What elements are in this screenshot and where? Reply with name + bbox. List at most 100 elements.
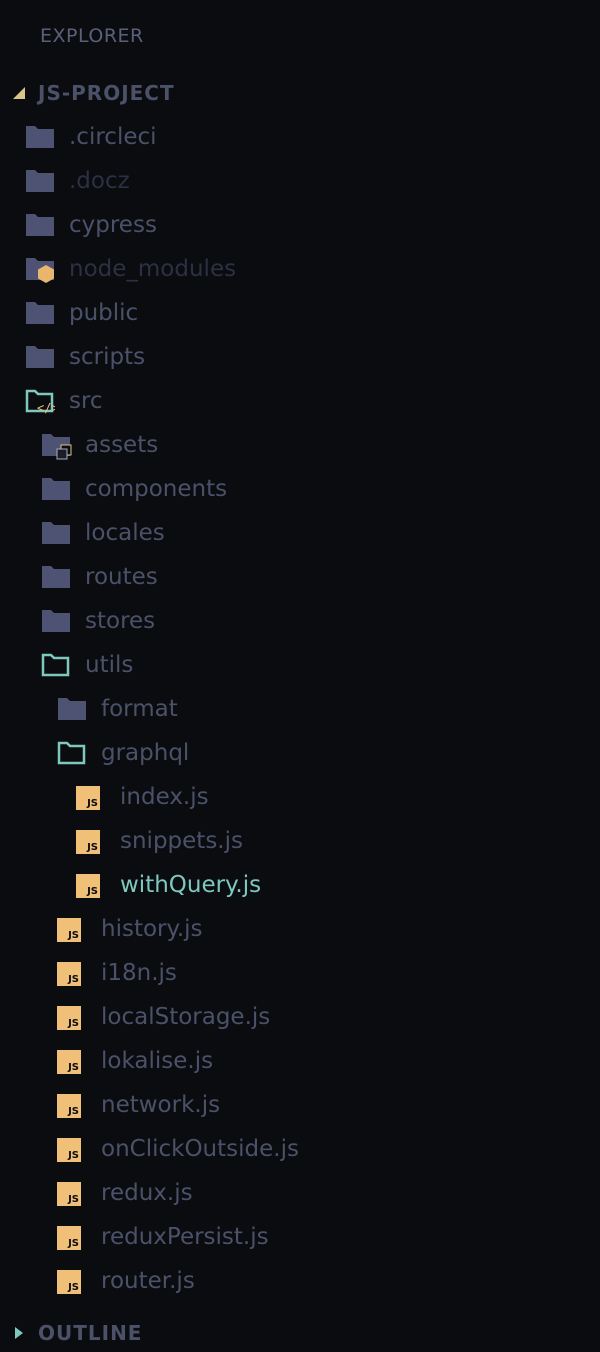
src-folder-open-icon: </> bbox=[25, 388, 55, 414]
folder-icon bbox=[41, 476, 71, 502]
item-label: reduxPersist.js bbox=[101, 1224, 269, 1250]
js-badge-text: JS bbox=[87, 886, 98, 897]
js-badge-text: JS bbox=[68, 1150, 79, 1161]
folder-item[interactable]: assets bbox=[41, 423, 158, 467]
folder-item[interactable]: public bbox=[25, 291, 138, 335]
folder-icon bbox=[57, 696, 87, 722]
js-file-icon: JS bbox=[57, 916, 87, 942]
outline-section-header[interactable]: OUTLINE bbox=[0, 1318, 142, 1348]
item-label: snippets.js bbox=[120, 828, 243, 854]
folder-item[interactable]: scripts bbox=[25, 335, 145, 379]
js-file-icon: JS bbox=[57, 1092, 87, 1118]
folder-item[interactable]: components bbox=[41, 467, 227, 511]
js-badge-text: JS bbox=[68, 974, 79, 985]
item-label: components bbox=[85, 476, 228, 502]
js-badge-text: JS bbox=[68, 1018, 79, 1029]
folder-item[interactable]: stores bbox=[41, 599, 155, 643]
js-badge-text: JS bbox=[87, 842, 98, 853]
svg-text:</>: </> bbox=[37, 401, 55, 414]
js-file-icon: JS bbox=[57, 1180, 87, 1206]
file-item[interactable]: JS router.js bbox=[57, 1259, 195, 1303]
folder-icon bbox=[25, 168, 55, 194]
item-label: routes bbox=[85, 564, 158, 590]
item-label: withQuery.js bbox=[120, 872, 262, 898]
folder-item[interactable]: .circleci bbox=[25, 115, 157, 159]
folder-item[interactable]: cypress bbox=[25, 203, 157, 247]
item-label: .docz bbox=[69, 168, 130, 194]
js-badge-text: JS bbox=[68, 1106, 79, 1117]
assets-folder-icon bbox=[41, 432, 72, 460]
folder-icon bbox=[25, 212, 55, 238]
js-badge-text: JS bbox=[68, 1282, 79, 1293]
item-label: node_modules bbox=[69, 256, 237, 282]
folder-item[interactable]: </> src bbox=[25, 379, 103, 423]
folder-item[interactable]: routes bbox=[41, 555, 158, 599]
js-file-icon: JS bbox=[76, 784, 106, 810]
file-item[interactable]: JS onClickOutside.js bbox=[57, 1127, 299, 1171]
project-section-header[interactable]: JS-PROJECT bbox=[0, 78, 175, 108]
outline-title: OUTLINE bbox=[38, 1321, 143, 1345]
item-label: network.js bbox=[101, 1092, 221, 1118]
explorer-title: EXPLORER bbox=[40, 25, 144, 47]
js-file-icon: JS bbox=[76, 872, 106, 898]
item-label: redux.js bbox=[101, 1180, 193, 1206]
folder-icon bbox=[41, 608, 71, 634]
file-item[interactable]: JS history.js bbox=[57, 907, 203, 951]
item-label: src bbox=[69, 388, 103, 414]
folder-item[interactable]: .docz bbox=[25, 159, 130, 203]
item-label: public bbox=[69, 300, 139, 326]
js-file-icon: JS bbox=[57, 1048, 87, 1074]
item-label: graphql bbox=[101, 740, 190, 766]
item-label: lokalise.js bbox=[101, 1048, 214, 1074]
item-label: localStorage.js bbox=[101, 1004, 271, 1030]
folder-item[interactable]: graphql bbox=[57, 731, 189, 775]
file-item[interactable]: JS snippets.js bbox=[76, 819, 243, 863]
item-label: stores bbox=[85, 608, 156, 634]
item-label: onClickOutside.js bbox=[101, 1136, 299, 1162]
folder-open-icon bbox=[57, 740, 87, 766]
js-badge-text: JS bbox=[87, 798, 98, 809]
file-item[interactable]: JS reduxPersist.js bbox=[57, 1215, 269, 1259]
folder-open-icon bbox=[41, 652, 71, 678]
project-name: JS-PROJECT bbox=[38, 81, 175, 105]
js-file-icon: JS bbox=[57, 1136, 87, 1162]
js-badge-text: JS bbox=[68, 1062, 79, 1073]
file-item[interactable]: JS index.js bbox=[76, 775, 209, 819]
js-badge-text: JS bbox=[68, 930, 79, 941]
chevron-right-icon bbox=[12, 1326, 38, 1340]
js-file-icon: JS bbox=[57, 960, 87, 986]
item-label: index.js bbox=[120, 784, 209, 810]
folder-icon bbox=[25, 124, 55, 150]
js-file-icon: JS bbox=[76, 828, 106, 854]
js-badge-text: JS bbox=[68, 1238, 79, 1249]
folder-icon bbox=[25, 300, 55, 326]
folder-item[interactable]: utils bbox=[41, 643, 133, 687]
folder-item[interactable]: node_modules bbox=[25, 247, 236, 291]
folder-icon bbox=[41, 564, 71, 590]
folder-item[interactable]: locales bbox=[41, 511, 165, 555]
file-item[interactable]: JS withQuery.js bbox=[76, 863, 261, 907]
folder-icon bbox=[41, 520, 71, 546]
item-label: history.js bbox=[101, 916, 203, 942]
item-label: utils bbox=[85, 652, 134, 678]
node-modules-folder-icon bbox=[25, 256, 55, 283]
chevron-down-icon bbox=[12, 86, 38, 100]
file-item[interactable]: JS i18n.js bbox=[57, 951, 177, 995]
folder-item[interactable]: format bbox=[57, 687, 178, 731]
item-label: i18n.js bbox=[101, 960, 177, 986]
item-label: format bbox=[101, 696, 178, 722]
item-label: .circleci bbox=[69, 124, 157, 150]
file-item[interactable]: JS lokalise.js bbox=[57, 1039, 213, 1083]
file-item[interactable]: JS network.js bbox=[57, 1083, 220, 1127]
js-file-icon: JS bbox=[57, 1004, 87, 1030]
item-label: cypress bbox=[69, 212, 157, 238]
file-item[interactable]: JS redux.js bbox=[57, 1171, 193, 1215]
item-label: assets bbox=[85, 432, 159, 458]
item-label: router.js bbox=[101, 1268, 195, 1294]
js-badge-text: JS bbox=[68, 1194, 79, 1205]
folder-icon bbox=[25, 344, 55, 370]
item-label: scripts bbox=[69, 344, 146, 370]
js-file-icon: JS bbox=[57, 1268, 87, 1294]
js-file-icon: JS bbox=[57, 1224, 87, 1250]
file-item[interactable]: JS localStorage.js bbox=[57, 995, 270, 1039]
